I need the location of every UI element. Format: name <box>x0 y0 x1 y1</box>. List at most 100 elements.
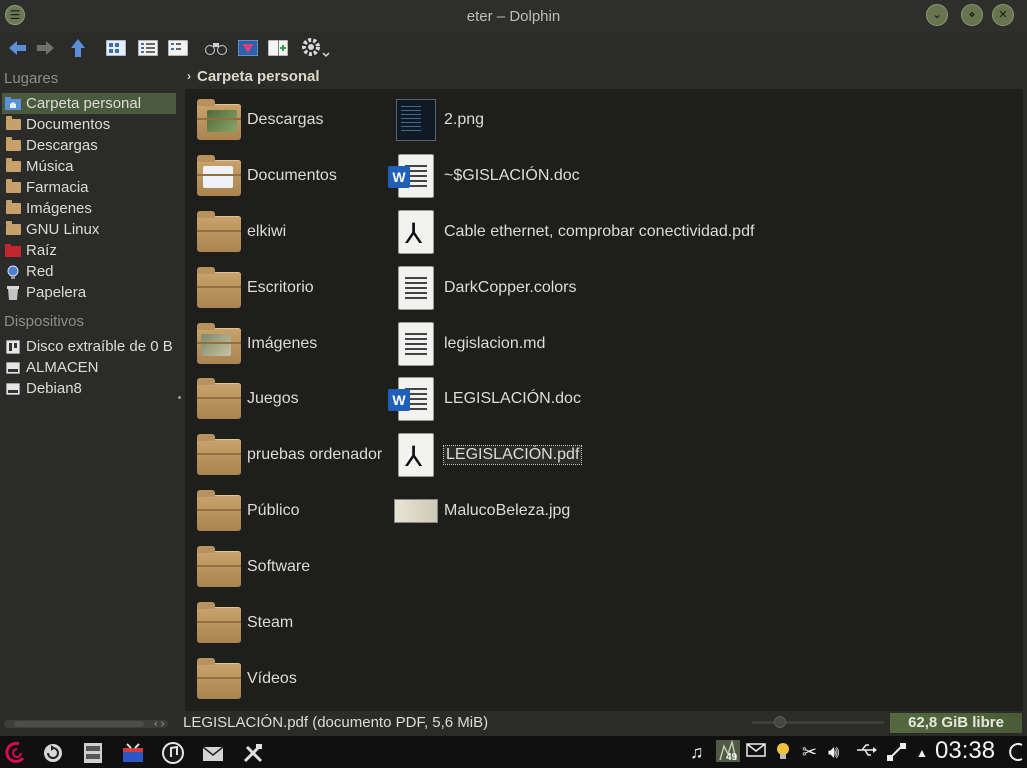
tray-expand-arrow-icon[interactable]: ▲ <box>916 746 928 760</box>
folder-icon <box>5 179 21 195</box>
sidebar-item-red[interactable]: Red <box>2 261 176 282</box>
file-item-malucobeleza-jpg[interactable]: MalucoBeleza.jpg <box>392 487 570 535</box>
sidebar-item-label: Farmacia <box>26 179 89 196</box>
folder-icon <box>195 487 243 535</box>
sidebar-item-documentos[interactable]: Documentos <box>2 114 176 135</box>
hard-drive-icon <box>5 361 21 375</box>
png-thumbnail-icon <box>392 96 440 144</box>
sidebar-item-farmacia[interactable]: Farmacia <box>2 177 176 198</box>
toolbar <box>0 32 1027 64</box>
details-view-icon[interactable] <box>166 36 190 60</box>
folder-item-escritorio[interactable]: Escritorio <box>195 264 314 312</box>
sidebar-item-carpeta-personal[interactable]: Carpeta personal <box>2 93 176 114</box>
file-cabinet-icon[interactable] <box>80 740 106 766</box>
sidebar-horizontal-scrollbar[interactable] <box>4 720 168 728</box>
hard-drive-icon <box>5 382 21 396</box>
removable-drive-icon <box>5 339 21 354</box>
media-player-icon[interactable] <box>120 740 146 766</box>
places-section-title: Lugares <box>4 70 59 87</box>
sidebar-item-label: GNU Linux <box>26 221 100 238</box>
folder-item-descargas[interactable]: Descargas <box>195 96 323 144</box>
item-label: legislacion.md <box>444 335 546 352</box>
split-view-icon[interactable] <box>266 36 290 60</box>
refresh-circle-icon[interactable] <box>40 740 66 766</box>
zoom-slider[interactable] <box>752 716 884 728</box>
preview-image-icon[interactable] <box>236 36 260 60</box>
close-icon[interactable]: ✕ <box>992 4 1014 26</box>
usb-tray-icon[interactable] <box>856 742 878 763</box>
sidebar-item-label: Papelera <box>26 284 87 301</box>
file-item-legislacion-doc[interactable]: W LEGISLACIÓN.doc <box>388 375 581 423</box>
maximize-icon[interactable]: ⋄ <box>961 4 983 26</box>
breadcrumb-current-folder[interactable]: Carpeta personal <box>197 68 320 85</box>
clock[interactable]: 03:38 <box>935 737 995 765</box>
folder-item-documentos[interactable]: Documentos <box>195 152 337 200</box>
sidebar-item-gnu-linux[interactable]: GNU Linux <box>2 219 176 240</box>
scissors-tray-icon[interactable]: ✂ <box>802 742 817 763</box>
sidebar-item-descargas[interactable]: Descargas <box>2 135 176 156</box>
item-label: Steam <box>247 614 294 631</box>
folder-icon <box>5 158 21 174</box>
title-bar[interactable]: ☰ eter – Dolphin ⌄ ⋄ ✕ <box>0 0 1027 32</box>
back-arrow-icon[interactable] <box>5 36 29 60</box>
folder-icon <box>5 116 21 132</box>
settings-gear-icon[interactable] <box>298 36 332 60</box>
sidebar-item-almacen[interactable]: ALMACEN <box>2 357 176 378</box>
folder-item-steam[interactable]: Steam <box>195 599 293 647</box>
file-item-legislacion-pdf[interactable]: ⅄ LEGISLACIÓN.pdf <box>392 431 583 479</box>
item-label: Vídeos <box>247 670 297 687</box>
panel-splitter-handle[interactable] <box>178 396 181 399</box>
places-panel: Lugares Carpeta personal Documentos Desc… <box>0 64 183 720</box>
up-arrow-icon[interactable] <box>66 36 90 60</box>
item-label: LEGISLACIÓN.pdf <box>442 445 583 465</box>
free-space-indicator: 62,8 GiB libre <box>890 713 1022 733</box>
folder-icon <box>195 599 243 647</box>
folder-item-pruebas-ordenador[interactable]: pruebas ordenador <box>195 431 382 479</box>
zoom-slider-handle[interactable] <box>774 716 786 728</box>
find-binoculars-icon[interactable] <box>204 36 228 60</box>
folder-item-juegos[interactable]: Juegos <box>195 375 299 423</box>
home-folder-icon <box>5 97 21 111</box>
taskbar: ♫ 49 ✂ 🔊︎ ▲ 03:38 <box>0 736 1027 768</box>
item-label: Imágenes <box>247 335 318 352</box>
file-item-cable-ethernet-pdf[interactable]: ⅄ Cable ethernet, comprobar conectividad… <box>392 208 754 256</box>
pdf-document-icon: ⅄ <box>392 431 440 479</box>
sidebar-item-raiz[interactable]: Raíz <box>2 240 176 261</box>
folder-item-publico[interactable]: Público <box>195 487 299 535</box>
debian-swirl-icon[interactable] <box>4 740 30 766</box>
folder-item-imagenes[interactable]: Imágenes <box>195 320 317 368</box>
session-icon[interactable] <box>1008 742 1026 767</box>
text-document-icon <box>392 264 440 312</box>
lightbulb-tray-icon[interactable] <box>776 742 790 765</box>
folder-icon <box>195 543 243 591</box>
folder-item-software[interactable]: Software <box>195 543 310 591</box>
folder-item-videos[interactable]: Vídeos <box>195 655 297 703</box>
volume-tray-icon[interactable]: 🔊︎ <box>828 742 839 763</box>
sidebar-item-imagenes[interactable]: Imágenes <box>2 198 176 219</box>
mail-icon[interactable] <box>200 740 226 766</box>
sidebar-item-disco-extraible[interactable]: Disco extraíble de 0 B <box>2 336 176 357</box>
icons-view-icon[interactable] <box>104 36 128 60</box>
music-note-tray-icon[interactable]: ♫ <box>690 742 704 763</box>
minimize-icon[interactable]: ⌄ <box>926 4 948 26</box>
folder-item-elkiwi[interactable]: elkiwi <box>195 208 286 256</box>
sidebar-item-papelera[interactable]: Papelera <box>2 282 176 303</box>
file-item-temp-legislacion-doc[interactable]: W ~$GISLACIÓN.doc <box>388 152 580 200</box>
breadcrumb-chevron-icon: › <box>187 69 191 83</box>
file-item-2-png[interactable]: 2.png <box>392 96 484 144</box>
tools-icon[interactable] <box>240 740 266 766</box>
breadcrumb[interactable]: › Carpeta personal <box>183 64 1027 88</box>
forward-arrow-icon[interactable] <box>34 36 58 60</box>
envelope-tray-icon[interactable] <box>746 742 766 763</box>
sidebar-item-label: Debian8 <box>26 380 82 397</box>
sidebar-item-musica[interactable]: Música <box>2 156 176 177</box>
file-item-darkcopper-colors[interactable]: DarkCopper.colors <box>392 264 577 312</box>
network-tray-icon[interactable] <box>886 742 908 767</box>
compact-view-icon[interactable] <box>136 36 160 60</box>
music-disc-icon[interactable] <box>160 740 186 766</box>
scroll-arrows-icon[interactable]: ‹ › <box>154 718 164 730</box>
file-view[interactable]: Descargas Documentos elkiwi Escritorio I… <box>185 89 1023 711</box>
file-item-legislacion-md[interactable]: legislacion.md <box>392 320 545 368</box>
sidebar-item-debian8[interactable]: Debian8 <box>2 378 176 399</box>
trash-icon <box>5 285 21 300</box>
